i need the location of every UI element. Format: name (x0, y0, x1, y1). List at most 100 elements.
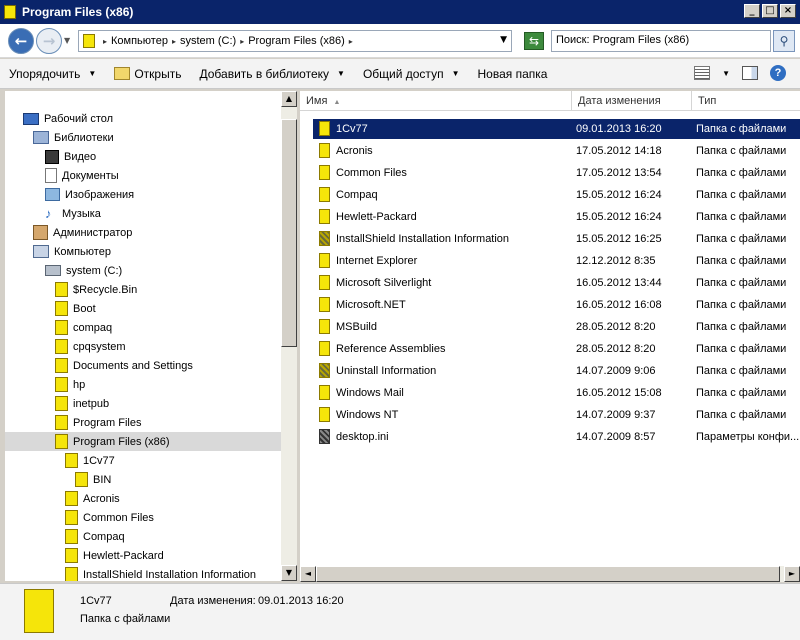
address-history-dropdown[interactable]: ▼ (500, 35, 507, 45)
documents-icon (45, 168, 57, 183)
back-button[interactable]: ← (8, 28, 34, 54)
scroll-right-button[interactable]: ► (784, 566, 800, 582)
file-name: 1Cv77 (336, 122, 368, 135)
scroll-up-button[interactable]: ▲ (281, 91, 297, 107)
chevron-right-icon[interactable]: ▸ (349, 37, 353, 46)
file-row[interactable]: MSBuild 28.05.2012 8:20 Папка с файлами (313, 317, 800, 337)
nav-item-label: Изображения (65, 188, 135, 201)
add-to-library-button[interactable]: Добавить в библиотеку ▼ (190, 59, 353, 88)
nav-item[interactable]: Администратор (5, 223, 281, 242)
recent-pages-dropdown[interactable]: ▼ (64, 36, 70, 45)
column-header-date[interactable]: Дата изменения (572, 91, 692, 111)
nav-item[interactable]: Изображения (5, 185, 281, 204)
column-header-name[interactable]: Имя ▲ (300, 91, 572, 111)
breadcrumb-computer[interactable]: Компьютер ▸ (111, 35, 176, 47)
preview-pane-icon[interactable] (742, 66, 758, 80)
close-button[interactable]: × (780, 4, 796, 18)
nav-item[interactable]: 1Cv77 (5, 451, 281, 470)
file-date: 15.05.2012 16:24 (576, 211, 662, 223)
file-row[interactable]: Common Files 17.05.2012 13:54 Папка с файл… (313, 163, 800, 183)
file-row[interactable]: Microsoft Silverlight 16.05.2012 13:44 Пап… (313, 273, 800, 293)
file-row[interactable]: Acronis 17.05.2012 14:18 Папка с файлами (313, 141, 800, 161)
nav-item[interactable]: hp (5, 375, 281, 394)
file-row[interactable]: Uninstall Information 14.07.2009 9:06 Папк… (313, 361, 800, 381)
open-button[interactable]: Открыть (105, 59, 190, 88)
chevron-right-icon[interactable]: ▸ (103, 37, 107, 46)
folder-icon (55, 377, 68, 392)
chevron-right-icon[interactable]: ▸ (172, 37, 176, 46)
view-options-icon[interactable] (694, 66, 711, 80)
chevron-down-icon[interactable]: ▼ (722, 69, 730, 78)
file-row[interactable]: Microsoft.NET 16.05.2012 16:08 Папка с фай… (313, 295, 800, 315)
search-icon[interactable]: ⚲ (773, 30, 795, 52)
nav-item[interactable]: Common Files (5, 508, 281, 527)
file-row[interactable]: Windows NT 14.07.2009 9:37 Папка с файлами (313, 405, 800, 425)
organize-button[interactable]: Упорядочить ▼ (0, 59, 105, 88)
nav-item[interactable]: Compaq (5, 527, 281, 546)
scroll-down-button[interactable]: ▼ (281, 565, 297, 581)
nav-item[interactable]: Boot (5, 299, 281, 318)
nav-item[interactable]: Рабочий стол (5, 109, 281, 128)
file-name-cell: Hewlett-Packard (319, 209, 417, 224)
nav-item[interactable]: $Recycle.Bin (5, 280, 281, 299)
folder-icon (319, 407, 330, 422)
breadcrumb[interactable]: ▸ Компьютер ▸ system (C:) ▸ Program Files … (78, 30, 512, 52)
new-folder-button[interactable]: Новая папка (468, 59, 556, 88)
nav-item[interactable]: Документы (5, 166, 281, 185)
scrollbar-thumb[interactable] (316, 566, 780, 582)
column-header-row: Имя ▲ Дата изменения Тип (300, 91, 800, 111)
file-date: 14.07.2009 9:06 (576, 365, 656, 377)
folder-icon (319, 319, 330, 334)
nav-item-label: Boot (73, 302, 96, 315)
maximize-button[interactable]: □ (762, 4, 778, 18)
chevron-right-icon[interactable]: ▸ (240, 37, 244, 46)
nav-item[interactable]: Program Files (5, 413, 281, 432)
file-row[interactable]: Hewlett-Packard 15.05.2012 16:24 Папка с ф… (313, 207, 800, 227)
window-title: Program Files (x86) (22, 5, 134, 19)
navigation-scrollbar[interactable]: ▲ ▼ (281, 91, 297, 581)
nav-item-label: InstallShield Installation Information (83, 568, 257, 581)
file-row[interactable]: Compaq 15.05.2012 16:24 Папка с файлами (313, 185, 800, 205)
breadcrumb-current[interactable]: Program Files (x86) ▸ (248, 35, 353, 47)
forward-button[interactable]: → (36, 28, 62, 54)
file-row[interactable]: 1Cv77 09.01.2013 16:20 Папка с файлами (313, 119, 800, 139)
refresh-button[interactable]: ⇆ (524, 32, 544, 50)
help-icon[interactable]: ? (770, 65, 786, 81)
nav-item[interactable]: Компьютер (5, 242, 281, 261)
file-row[interactable]: desktop.ini 14.07.2009 8:57 Параметры конф… (313, 427, 800, 447)
file-row[interactable]: Internet Explorer 12.12.2012 8:35 Папка с … (313, 251, 800, 271)
column-header-type[interactable]: Тип (692, 91, 800, 111)
nav-item[interactable]: cpqsystem (5, 337, 281, 356)
file-row[interactable]: Reference Assemblies 28.05.2012 8:20 Папка… (313, 339, 800, 359)
breadcrumb-drive[interactable]: system (C:) ▸ (180, 35, 244, 47)
nav-item[interactable]: InstallShield Installation Information (5, 565, 281, 581)
share-button[interactable]: Общий доступ ▼ (354, 59, 469, 88)
horizontal-scrollbar[interactable]: ◄ ► (300, 566, 800, 582)
nav-item[interactable]: inetpub (5, 394, 281, 413)
chevron-down-icon: ▼ (451, 69, 460, 78)
file-date: 12.12.2012 8:35 (576, 255, 656, 267)
nav-item[interactable]: Program Files (x86) (5, 432, 281, 451)
nav-item[interactable]: Видео (5, 147, 281, 166)
nav-item[interactable]: Hewlett-Packard (5, 546, 281, 565)
nav-item-label: Компьютер (54, 245, 111, 258)
file-row[interactable]: Windows Mail 16.05.2012 15:08 Папка с файл… (313, 383, 800, 403)
scrollbar-thumb[interactable] (281, 119, 297, 347)
nav-item[interactable]: compaq (5, 318, 281, 337)
scroll-left-button[interactable]: ◄ (300, 566, 316, 582)
details-item-name: 1Cv77 (80, 595, 112, 607)
details-item-type: Папка с файлами (80, 613, 171, 625)
nav-item[interactable]: Библиотеки (5, 128, 281, 147)
nav-item[interactable]: BIN (5, 470, 281, 489)
nav-item[interactable]: system (C:) (5, 261, 281, 280)
file-row[interactable]: InstallShield Installation Information 15… (313, 229, 800, 249)
minimize-button[interactable]: _ (744, 4, 760, 18)
title-bar[interactable]: Program Files (x86) _ □ × (0, 0, 800, 24)
nav-item-label: Program Files (73, 416, 142, 429)
desktop-icon (23, 112, 39, 125)
folder-icon (24, 589, 54, 633)
nav-item[interactable]: Documents and Settings (5, 356, 281, 375)
nav-item[interactable]: ♪ Музыка (5, 204, 281, 223)
search-input[interactable]: Поиск: Program Files (x86) (551, 30, 771, 52)
nav-item[interactable]: Acronis (5, 489, 281, 508)
